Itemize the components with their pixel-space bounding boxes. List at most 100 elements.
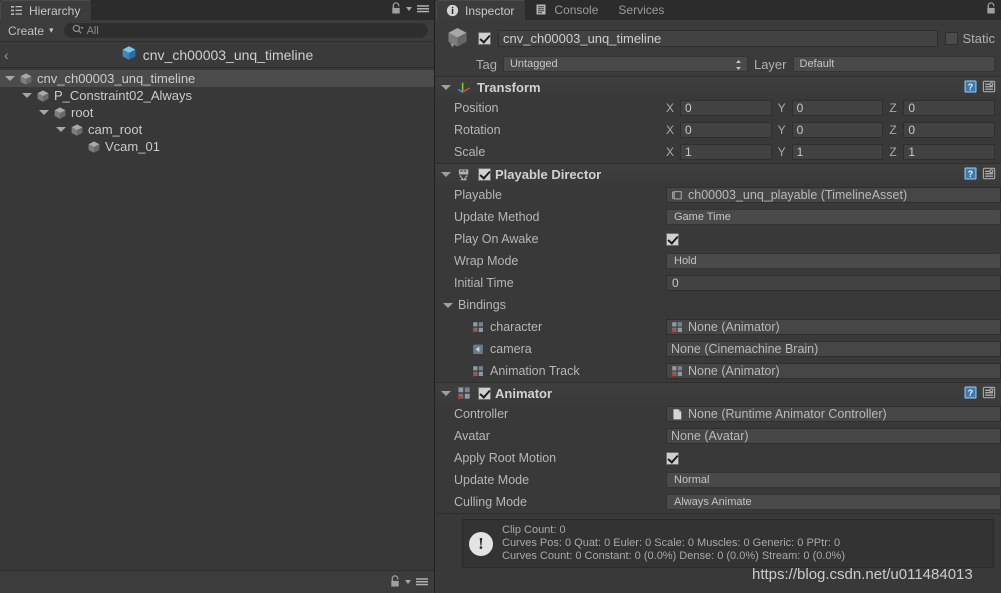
enum-dropdown[interactable]: Normal	[666, 472, 1001, 488]
grey-cube-icon	[19, 72, 33, 86]
foldout-expanded-icon[interactable]	[38, 107, 49, 118]
preset-icon	[982, 166, 997, 181]
gameobject-name-field[interactable]: cnv_ch00003_unq_timeline	[498, 30, 939, 47]
property-label: Update Mode	[436, 473, 666, 487]
object-field-value: None (Animator)	[688, 320, 780, 334]
component-list: Transform? Position X 0 Y 0 Z 0 Rotation X 0 Y 0 Z 0 Sc…	[436, 77, 1001, 514]
foldout-expanded-icon[interactable]	[21, 90, 32, 101]
tab-hierarchy[interactable]: Hierarchy	[0, 0, 93, 20]
component-header-controls: ?	[963, 385, 997, 400]
lock-icon[interactable]	[389, 575, 401, 591]
axis-label-x: X	[666, 101, 675, 115]
object-field[interactable]: None (Cinemachine Brain)	[666, 341, 1001, 357]
lock-icon[interactable]	[985, 2, 997, 18]
animator-icon	[671, 321, 684, 334]
vector3-x-input[interactable]: 1	[680, 144, 772, 160]
axis-label-x: X	[666, 123, 675, 137]
component-header[interactable]: Animator?	[436, 383, 1001, 403]
property-checkbox[interactable]	[666, 451, 679, 465]
vector3-x-value: 1	[685, 145, 692, 159]
foldout-expanded-icon[interactable]	[443, 300, 454, 311]
vector3-x-input[interactable]: 0	[680, 100, 772, 116]
object-field[interactable]: None (Runtime Animator Controller)	[666, 406, 1001, 422]
breadcrumb: ‹ cnv_ch00003_unq_timeline	[0, 42, 434, 68]
vector3-z-input[interactable]: 0	[903, 100, 996, 116]
foldout-expanded-icon[interactable]	[441, 169, 452, 180]
tab-inspector[interactable]: Inspector	[436, 0, 527, 20]
property-label-text: camera	[490, 342, 532, 356]
vector3-y-input[interactable]: 0	[791, 122, 884, 138]
animator-icon	[671, 365, 684, 378]
property-label-text: Update Method	[454, 210, 540, 224]
hamburger-menu-icon[interactable]	[415, 575, 429, 591]
object-field[interactable]: ch00003_unq_playable (TimelineAsset)	[666, 187, 1001, 203]
svg-text:?: ?	[968, 169, 973, 179]
breadcrumb-back-button[interactable]: ‹	[4, 47, 9, 63]
hamburger-menu-icon[interactable]	[416, 2, 430, 18]
vector3-z-input[interactable]: 1	[903, 144, 996, 160]
property-row: character None (Animator)	[436, 316, 1001, 338]
property-label-text: character	[490, 320, 543, 334]
object-field[interactable]: None (Animator)	[666, 319, 1001, 335]
text-input[interactable]: 0	[666, 275, 1001, 291]
breadcrumb-current[interactable]: cnv_ch00003_unq_timeline	[0, 45, 434, 64]
vector3-y-input[interactable]: 1	[791, 144, 884, 160]
console-icon	[535, 3, 549, 17]
hierarchy-item[interactable]: P_Constraint02_Always	[0, 87, 434, 104]
vector3-y-input[interactable]: 0	[791, 100, 884, 116]
property-label: Play On Awake	[436, 232, 666, 246]
hierarchy-bottom-controls	[389, 575, 429, 591]
tab-console[interactable]: Console	[526, 0, 609, 20]
enum-dropdown[interactable]: Game Time	[666, 209, 1001, 225]
enum-value: Always Animate	[674, 496, 752, 508]
timeline-asset-icon	[671, 189, 684, 202]
component-enabled-checkbox[interactable]	[478, 386, 491, 400]
axis-label-y: Y	[777, 145, 786, 159]
object-field[interactable]: None (Avatar)	[666, 428, 1001, 444]
vector3-x-input[interactable]: 0	[680, 122, 772, 138]
bindings-foldout[interactable]: Bindings	[436, 298, 666, 312]
chevron-down-icon[interactable]	[405, 2, 413, 18]
component-header-controls: ?	[963, 166, 997, 181]
hierarchy-item[interactable]: cnv_ch00003_unq_timeline	[0, 70, 434, 87]
object-field-value: None (Runtime Animator Controller)	[688, 407, 887, 421]
foldout-expanded-icon[interactable]	[441, 82, 452, 93]
foldout-expanded-icon[interactable]	[4, 73, 15, 84]
static-checkbox[interactable]	[945, 32, 959, 45]
property-label-text: Rotation	[454, 123, 501, 137]
tag-dropdown[interactable]: Untagged	[502, 56, 748, 72]
layer-dropdown[interactable]: Default	[792, 56, 995, 72]
search-input[interactable]: All	[63, 23, 428, 38]
hierarchy-item[interactable]: root	[0, 104, 434, 121]
tab-services[interactable]: Services	[609, 0, 675, 20]
object-field[interactable]: None (Animator)	[666, 363, 1001, 379]
static-toggle[interactable]: Static	[945, 31, 995, 46]
hierarchy-item[interactable]: cam_root	[0, 121, 434, 138]
vector3-z-input[interactable]: 0	[903, 122, 996, 138]
component-header[interactable]: Playable Director?	[436, 164, 1001, 184]
component-header[interactable]: Transform?	[436, 77, 1001, 97]
svg-text:?: ?	[968, 82, 973, 92]
gameobject-enabled-checkbox[interactable]	[478, 32, 491, 45]
property-value	[666, 451, 1001, 465]
property-row: Initial Time 0	[436, 272, 1001, 294]
create-button[interactable]: Create ▾	[6, 23, 58, 39]
axis-label-x: X	[666, 145, 675, 159]
playable-director-icon	[457, 167, 472, 182]
grey-cube-icon	[70, 123, 84, 137]
foldout-expanded-icon[interactable]	[441, 388, 452, 399]
foldout-expanded-icon[interactable]	[55, 124, 66, 135]
enum-dropdown[interactable]: Always Animate	[666, 494, 1001, 510]
component-enabled-checkbox[interactable]	[478, 167, 491, 181]
lock-icon[interactable]	[390, 2, 402, 18]
enum-dropdown[interactable]: Hold	[666, 253, 1001, 269]
hierarchy-toolbar: Create ▾ All	[0, 20, 434, 42]
animator-icon	[472, 321, 485, 334]
property-checkbox[interactable]	[666, 232, 679, 246]
hierarchy-panel: Hierarchy Create ▾ All ‹ cnv_ch00003_unq…	[0, 0, 435, 593]
property-label-text: Initial Time	[454, 276, 514, 290]
property-label: Position	[436, 101, 666, 115]
property-row: Play On Awake	[436, 228, 1001, 250]
chevron-down-icon[interactable]	[404, 575, 412, 591]
hierarchy-item[interactable]: Vcam_01	[0, 138, 434, 155]
